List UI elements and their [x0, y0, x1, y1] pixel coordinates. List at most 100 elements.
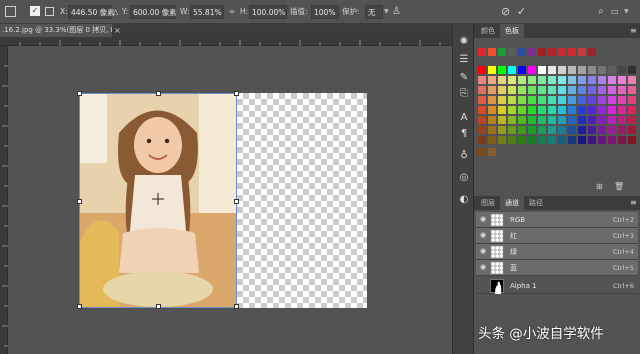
swatch[interactable]	[578, 96, 586, 104]
swatch[interactable]	[588, 96, 596, 104]
swatch[interactable]	[618, 96, 626, 104]
swatch[interactable]	[618, 66, 626, 74]
link-icon[interactable]: ∞	[229, 5, 235, 19]
channel-row-alpha[interactable]: Alpha 1 Ctrl+6	[476, 278, 638, 294]
swatch[interactable]	[548, 96, 556, 104]
swatch[interactable]	[578, 116, 586, 124]
swatch[interactable]	[608, 96, 616, 104]
swatch[interactable]	[508, 116, 516, 124]
channels-menu-icon[interactable]: ≡	[630, 198, 637, 207]
light-bulb-icon[interactable]: ♁	[458, 150, 470, 162]
swatch[interactable]	[478, 148, 486, 156]
swatch[interactable]	[548, 66, 556, 74]
swatch[interactable]	[598, 136, 606, 144]
swatch-top[interactable]	[538, 48, 546, 56]
swatch[interactable]	[478, 86, 486, 94]
swatch[interactable]	[518, 126, 526, 134]
swatch[interactable]	[588, 116, 596, 124]
transform-handle-top[interactable]	[156, 91, 161, 96]
swatch[interactable]	[618, 136, 626, 144]
swatch[interactable]	[618, 106, 626, 114]
swatch[interactable]	[628, 66, 636, 74]
ruler-top[interactable]	[0, 37, 452, 46]
swatch[interactable]	[618, 76, 626, 84]
swatch[interactable]	[618, 86, 626, 94]
swatch[interactable]	[558, 116, 566, 124]
swatch-top[interactable]	[578, 48, 586, 56]
swatch[interactable]	[588, 86, 596, 94]
swatch[interactable]	[558, 66, 566, 74]
channel-row-green[interactable]: ◉ 绿 Ctrl+4	[476, 244, 638, 260]
swatch[interactable]	[528, 66, 536, 74]
swatch-top[interactable]	[518, 48, 526, 56]
swatch[interactable]	[628, 136, 636, 144]
transform-tool-icon[interactable]	[5, 6, 16, 17]
swatch[interactable]	[628, 116, 636, 124]
swatch[interactable]	[598, 66, 606, 74]
swatch[interactable]	[488, 66, 496, 74]
delete-swatch-icon[interactable]: 🗑	[614, 182, 624, 191]
swatch-top[interactable]	[498, 48, 506, 56]
color-wheel-icon[interactable]: ✺	[458, 36, 470, 48]
swatch[interactable]	[518, 106, 526, 114]
swatch[interactable]	[518, 136, 526, 144]
swatch[interactable]	[548, 136, 556, 144]
swatch[interactable]	[548, 126, 556, 134]
swatch[interactable]	[498, 116, 506, 124]
swatch[interactable]	[628, 126, 636, 134]
swatch[interactable]	[538, 66, 546, 74]
y-input[interactable]: 600.00 像素	[130, 5, 177, 19]
swatch[interactable]	[488, 126, 496, 134]
swatch[interactable]	[538, 76, 546, 84]
swatch[interactable]	[508, 86, 516, 94]
swatch[interactable]	[628, 76, 636, 84]
swatch-top[interactable]	[508, 48, 516, 56]
swatch[interactable]	[608, 106, 616, 114]
swatch[interactable]	[528, 136, 536, 144]
swatch[interactable]	[568, 86, 576, 94]
3d-icon[interactable]: ◎	[458, 172, 470, 184]
close-icon[interactable]: ×	[114, 24, 121, 37]
h-input[interactable]: 100.00%	[249, 5, 287, 19]
x-input[interactable]: 446.50 像素	[68, 5, 115, 19]
swatch-top[interactable]	[568, 48, 576, 56]
transform-handle-bottom[interactable]	[156, 304, 161, 309]
swatch[interactable]	[528, 126, 536, 134]
delta-icon[interactable]: △	[113, 5, 118, 19]
transform-handle-top-right[interactable]	[234, 91, 239, 96]
swatch[interactable]	[538, 96, 546, 104]
reference-point-checkbox[interactable]: ✓	[30, 6, 40, 16]
swatch[interactable]	[538, 126, 546, 134]
swatch-top[interactable]	[588, 48, 596, 56]
tab-layers[interactable]: 图层	[476, 196, 500, 210]
swatch[interactable]	[598, 86, 606, 94]
swatch[interactable]	[598, 96, 606, 104]
swatch[interactable]	[628, 106, 636, 114]
brush-icon[interactable]: ✎	[458, 72, 470, 84]
swatch[interactable]	[518, 96, 526, 104]
swatch[interactable]	[488, 136, 496, 144]
swatch[interactable]	[478, 116, 486, 124]
swatch[interactable]	[568, 96, 576, 104]
swatch[interactable]	[568, 116, 576, 124]
swatch[interactable]	[578, 106, 586, 114]
transform-handle-bottom-right[interactable]	[234, 304, 239, 309]
new-swatch-icon[interactable]: ⊞	[596, 182, 603, 191]
document-tab[interactable]: .16.2.jpg @ 33.3%(图层 0 拷贝, RGB/8#) *	[0, 24, 112, 37]
swatch[interactable]	[538, 86, 546, 94]
swatch[interactable]	[578, 66, 586, 74]
swatch[interactable]	[478, 96, 486, 104]
tab-paths[interactable]: 路径	[524, 196, 548, 210]
ruler-left[interactable]	[0, 46, 8, 354]
paragraph-icon[interactable]: ¶	[458, 128, 470, 140]
character-icon[interactable]: A	[458, 112, 470, 124]
swatch[interactable]	[558, 86, 566, 94]
swatch[interactable]	[628, 86, 636, 94]
swatch[interactable]	[548, 86, 556, 94]
swatch[interactable]	[608, 136, 616, 144]
swatch[interactable]	[498, 136, 506, 144]
swatch[interactable]	[608, 116, 616, 124]
swatch[interactable]	[498, 76, 506, 84]
swatch[interactable]	[568, 66, 576, 74]
swatch[interactable]	[508, 76, 516, 84]
